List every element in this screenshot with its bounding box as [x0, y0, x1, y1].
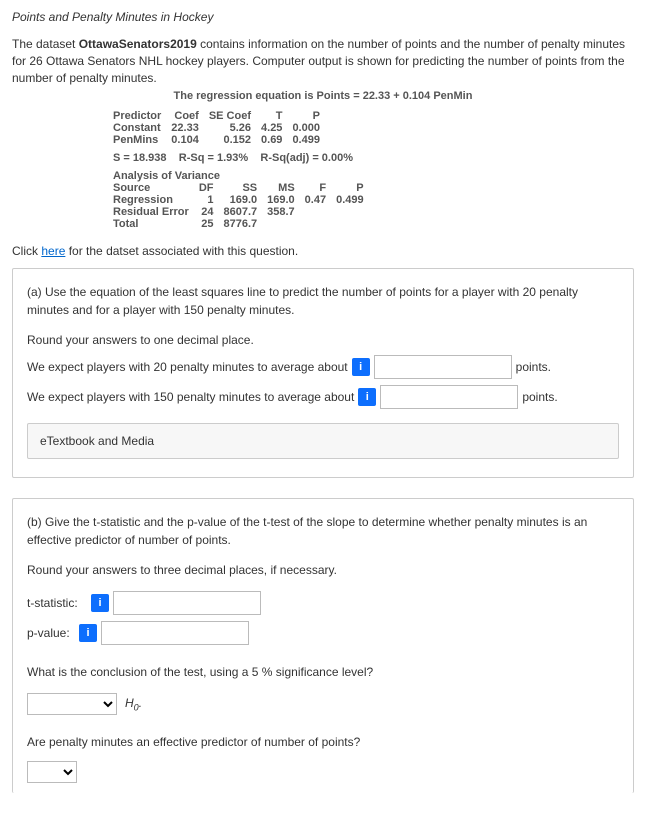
s-value: S = 18.938 [113, 152, 167, 164]
anova-header: MS [267, 182, 305, 194]
coef-row-label: PenMins [113, 134, 171, 146]
anova-title: Analysis of Variance [113, 170, 533, 182]
part-b-prompt: (b) Give the t-statistic and the p-value… [27, 513, 619, 549]
coef-cell: 0.499 [292, 134, 330, 146]
anova-cell [336, 218, 374, 230]
page-title: Points and Penalty Minutes in Hockey [12, 10, 634, 24]
pvalue-label: p-value: [27, 626, 75, 640]
intro-pre: The dataset [12, 37, 79, 51]
rsq-value: R-Sq = 1.93% [179, 152, 248, 164]
rsqadj-value: R-Sq(adj) = 0.00% [260, 152, 353, 164]
dataset-link-line: Click here for the datset associated wit… [12, 244, 634, 258]
part-a-prompt: (a) Use the equation of the least square… [27, 283, 619, 319]
pvalue-input[interactable] [101, 621, 249, 645]
anova-cell [336, 206, 374, 218]
coef-row-label: Constant [113, 122, 171, 134]
conclusion-select[interactable] [27, 693, 117, 715]
part-a-round: Round your answers to one decimal place. [27, 333, 619, 347]
tstat-label: t-statistic: [27, 596, 87, 610]
anova-header: P [336, 182, 374, 194]
anova-cell [305, 218, 336, 230]
anova-row-label: Total [113, 218, 199, 230]
expect-20-post: points. [516, 360, 551, 374]
part-b-box: (b) Give the t-statistic and the p-value… [12, 498, 634, 793]
coef-cell: 0.104 [171, 134, 209, 146]
anova-cell [305, 206, 336, 218]
part-b-round: Round your answers to three decimal plac… [27, 563, 619, 577]
coef-header-secoef: SE Coef [209, 110, 261, 122]
h0-punct: . [139, 696, 142, 710]
coef-cell: 22.33 [171, 122, 209, 134]
regression-equation: The regression equation is Points = 22.3… [12, 90, 634, 102]
anova-header: F [305, 182, 336, 194]
coef-cell: 0.69 [261, 134, 292, 146]
tstat-input[interactable] [113, 591, 261, 615]
anova-cell: 8607.7 [223, 206, 267, 218]
h0-label: H0. [125, 696, 142, 712]
anova-cell: 24 [199, 206, 224, 218]
part-a-box: (a) Use the equation of the least square… [12, 268, 634, 478]
expect-150-post: points. [522, 390, 557, 404]
anova-row-label: Residual Error [113, 206, 199, 218]
etextbook-media-button[interactable]: eTextbook and Media [27, 423, 619, 459]
anova-cell: 8776.7 [223, 218, 267, 230]
info-icon[interactable]: i [358, 388, 376, 406]
dataset-name: OttawaSenators2019 [79, 37, 197, 51]
h0-letter: H [125, 696, 134, 710]
anova-cell: 0.47 [305, 194, 336, 206]
anova-cell: 358.7 [267, 206, 305, 218]
anova-cell: 169.0 [267, 194, 305, 206]
coef-header-predictor: Predictor [113, 110, 171, 122]
anova-header: DF [199, 182, 224, 194]
coef-cell: 0.152 [209, 134, 261, 146]
anova-header: SS [223, 182, 267, 194]
conclusion-question: What is the conclusion of the test, usin… [27, 665, 619, 679]
anova-cell [267, 218, 305, 230]
effective-question: Are penalty minutes an effective predict… [27, 735, 619, 749]
info-icon[interactable]: i [91, 594, 109, 612]
anova-cell: 1 [199, 194, 224, 206]
intro-text: The dataset OttawaSenators2019 contains … [12, 36, 634, 86]
expect-20-pre: We expect players with 20 penalty minute… [27, 360, 348, 374]
info-icon[interactable]: i [352, 358, 370, 376]
expect-150-pre: We expect players with 150 penalty minut… [27, 390, 354, 404]
click-pre: Click [12, 244, 41, 258]
coef-cell: 0.000 [292, 122, 330, 134]
coef-header-coef: Coef [171, 110, 209, 122]
coef-header-p: P [292, 110, 330, 122]
coef-header-t: T [261, 110, 292, 122]
anova-cell: 169.0 [223, 194, 267, 206]
dataset-link[interactable]: here [41, 244, 65, 258]
answer-20-input[interactable] [374, 355, 512, 379]
coefficient-table: Predictor Coef SE Coef T P Constant 22.3… [113, 110, 533, 230]
anova-row-label: Regression [113, 194, 199, 206]
anova-header: Source [113, 182, 199, 194]
anova-cell: 25 [199, 218, 224, 230]
effective-select[interactable] [27, 761, 77, 783]
info-icon[interactable]: i [79, 624, 97, 642]
coef-cell: 4.25 [261, 122, 292, 134]
click-post: for the datset associated with this ques… [65, 244, 298, 258]
anova-cell: 0.499 [336, 194, 374, 206]
answer-150-input[interactable] [380, 385, 518, 409]
coef-cell: 5.26 [209, 122, 261, 134]
